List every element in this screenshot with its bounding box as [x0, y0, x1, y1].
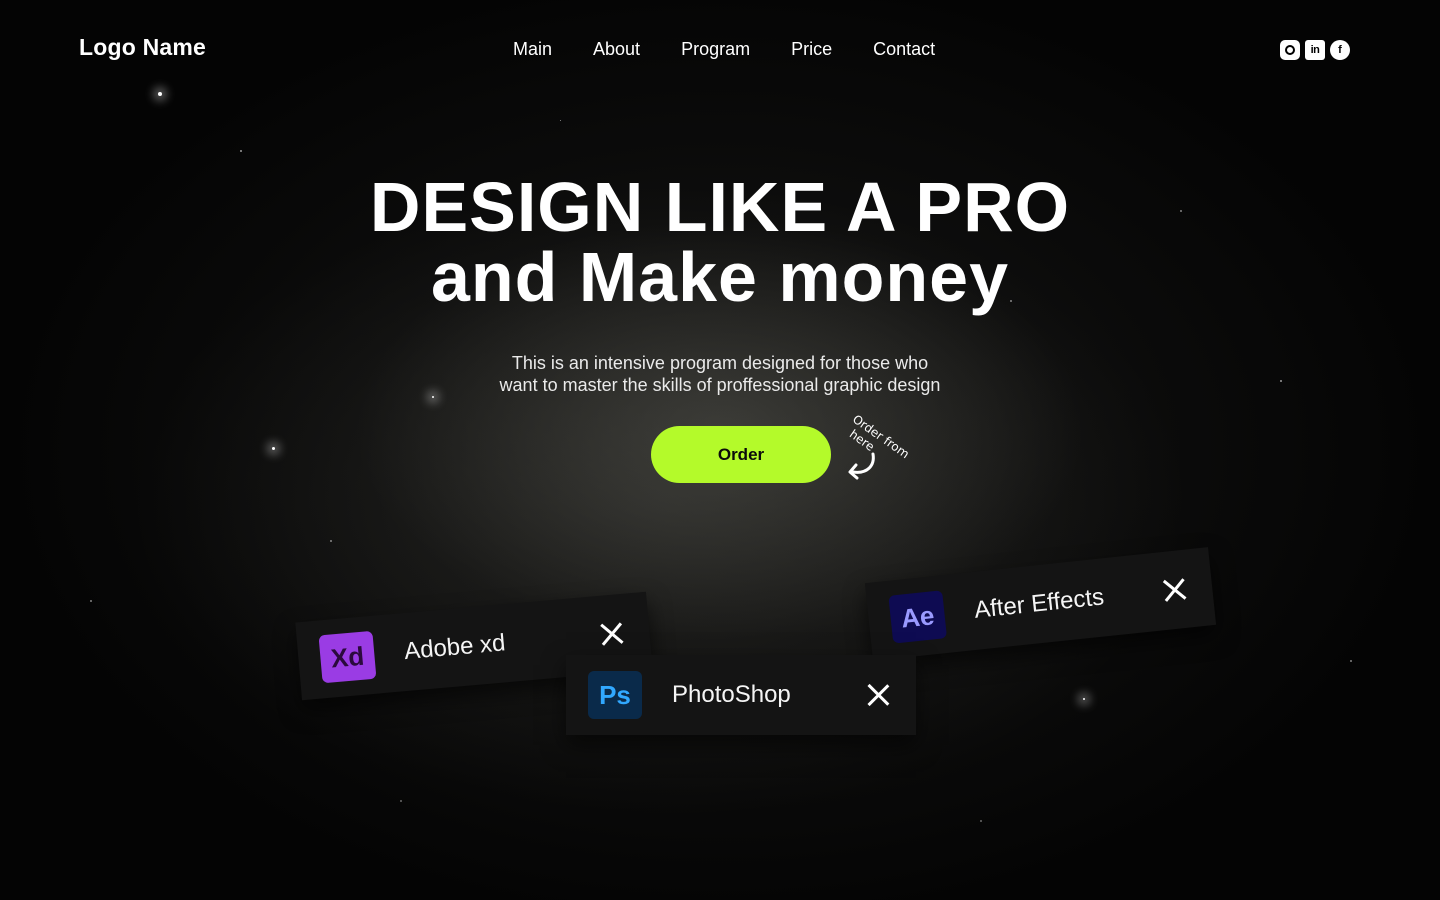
hero-title: DESIGN LIKE A PRO and Make money: [0, 172, 1440, 312]
star: [330, 540, 332, 542]
nav-link-program[interactable]: Program: [681, 39, 750, 60]
close-icon[interactable]: [596, 619, 626, 649]
social-links: in f: [1280, 40, 1350, 60]
app-card-label: After Effects: [972, 583, 1106, 624]
star: [560, 120, 561, 121]
star: [272, 447, 275, 450]
nav-link-about[interactable]: About: [593, 39, 640, 60]
logo[interactable]: Logo Name: [79, 34, 206, 61]
hero-subtitle-line-1: This is an intensive program designed fo…: [511, 353, 929, 373]
hero-subtitle-line-2: want to master the skills of proffession…: [499, 375, 941, 395]
facebook-icon[interactable]: f: [1330, 40, 1350, 60]
star: [1350, 660, 1352, 662]
hero-title-line-1: DESIGN LIKE A PRO: [369, 168, 1071, 246]
nav-link-main[interactable]: Main: [513, 39, 552, 60]
main-nav: Main About Program Price Contact: [513, 39, 935, 60]
app-card-label: PhotoShop: [672, 681, 791, 708]
order-button[interactable]: Order: [651, 426, 831, 483]
star: [1083, 698, 1085, 700]
adobe-xd-icon: Xd: [318, 630, 377, 684]
photoshop-icon: Ps: [588, 671, 642, 719]
hero-subtitle: This is an intensive program designed fo…: [0, 352, 1440, 396]
app-card-ps: Ps PhotoShop: [566, 655, 916, 735]
star: [90, 600, 92, 602]
site-header: Logo Name Main About Program Price Conta…: [0, 0, 1440, 100]
nav-link-price[interactable]: Price: [791, 39, 832, 60]
star: [432, 396, 434, 398]
after-effects-icon: Ae: [888, 590, 948, 644]
close-icon[interactable]: [1159, 575, 1190, 606]
nav-link-contact[interactable]: Contact: [873, 39, 935, 60]
linkedin-icon[interactable]: in: [1305, 40, 1325, 60]
close-icon[interactable]: [864, 681, 892, 709]
star: [980, 820, 982, 822]
curved-arrow-icon: [848, 452, 875, 480]
hero-title-line-2: and Make money: [430, 238, 1010, 316]
star: [400, 800, 402, 802]
instagram-icon[interactable]: [1280, 40, 1300, 60]
star: [240, 150, 242, 152]
